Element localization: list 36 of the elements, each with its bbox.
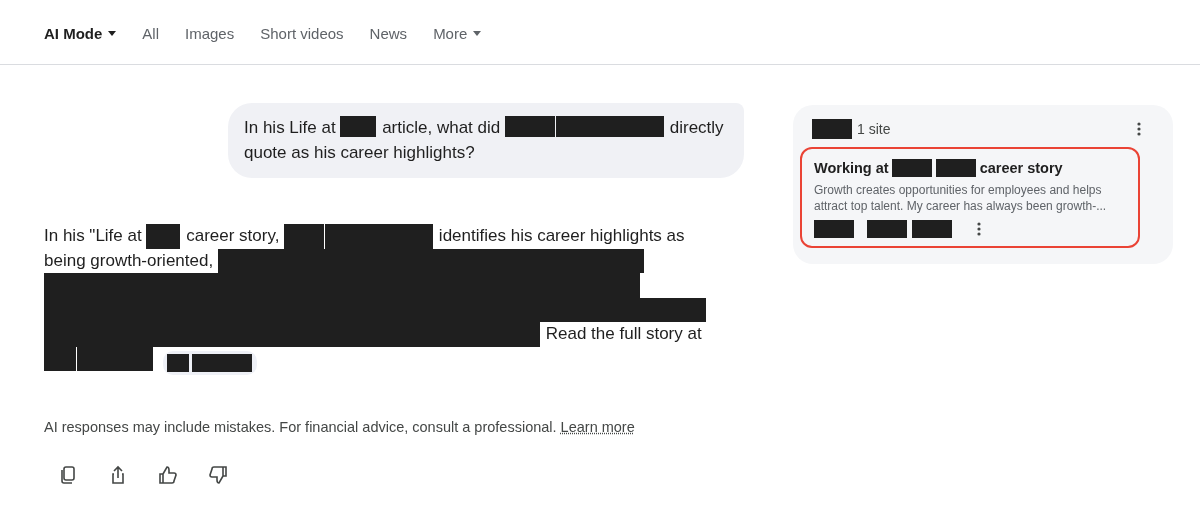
answer-text: being growth-oriented, [44, 250, 214, 270]
redaction-bar [867, 220, 907, 238]
redaction-bar [935, 159, 976, 177]
query-text: In his Life at [244, 118, 336, 137]
query-text: quote as his career highlights? [244, 143, 475, 162]
nav-tab[interactable]: News [369, 24, 408, 42]
nav-tab[interactable]: All [142, 24, 159, 42]
learn-more-link[interactable]: Learn more [560, 418, 635, 435]
redaction-bar [814, 220, 854, 238]
source-count: 1 site [857, 121, 891, 137]
redaction-bar [191, 353, 252, 372]
nav-tab[interactable]: AI Mode [44, 24, 117, 42]
redaction-bar [812, 119, 852, 139]
thumbs-up-icon[interactable] [158, 464, 178, 485]
nav-tab[interactable]: Images [185, 24, 235, 42]
answer-text: career story, [186, 226, 280, 245]
nav-tab[interactable]: Short videos [260, 24, 344, 42]
source-snippet: Growth creates opportunities for employees and helps attract top talent. My career has always been growth-... [814, 182, 1108, 214]
source-title: Working at [814, 160, 889, 176]
nav-tab[interactable]: More [433, 24, 482, 42]
redaction-bar [146, 224, 181, 249]
redaction-bar [166, 353, 189, 372]
answer-text: identifies his career highlights as [438, 226, 685, 245]
copy-icon[interactable] [58, 464, 78, 485]
disclaimer-text: AI responses may include mistakes. For financial advice, consult a professional. [44, 418, 557, 435]
answer-text: In his "Life at [44, 226, 142, 245]
query-text: directly [669, 118, 724, 137]
redaction-bar [340, 115, 377, 137]
query-text: article, what did [382, 118, 501, 137]
answer-text: Read the full story at [545, 324, 702, 343]
thumbs-down-icon[interactable] [208, 464, 228, 485]
source-card[interactable]: Working at career story Growth creates opportunities for employees and helps attract top talent. My career has always been growth-... [800, 147, 1140, 248]
redaction-bar [912, 220, 952, 238]
source-title: career story [979, 160, 1063, 176]
redaction-bar [891, 159, 932, 177]
source-chip[interactable] [162, 350, 257, 375]
